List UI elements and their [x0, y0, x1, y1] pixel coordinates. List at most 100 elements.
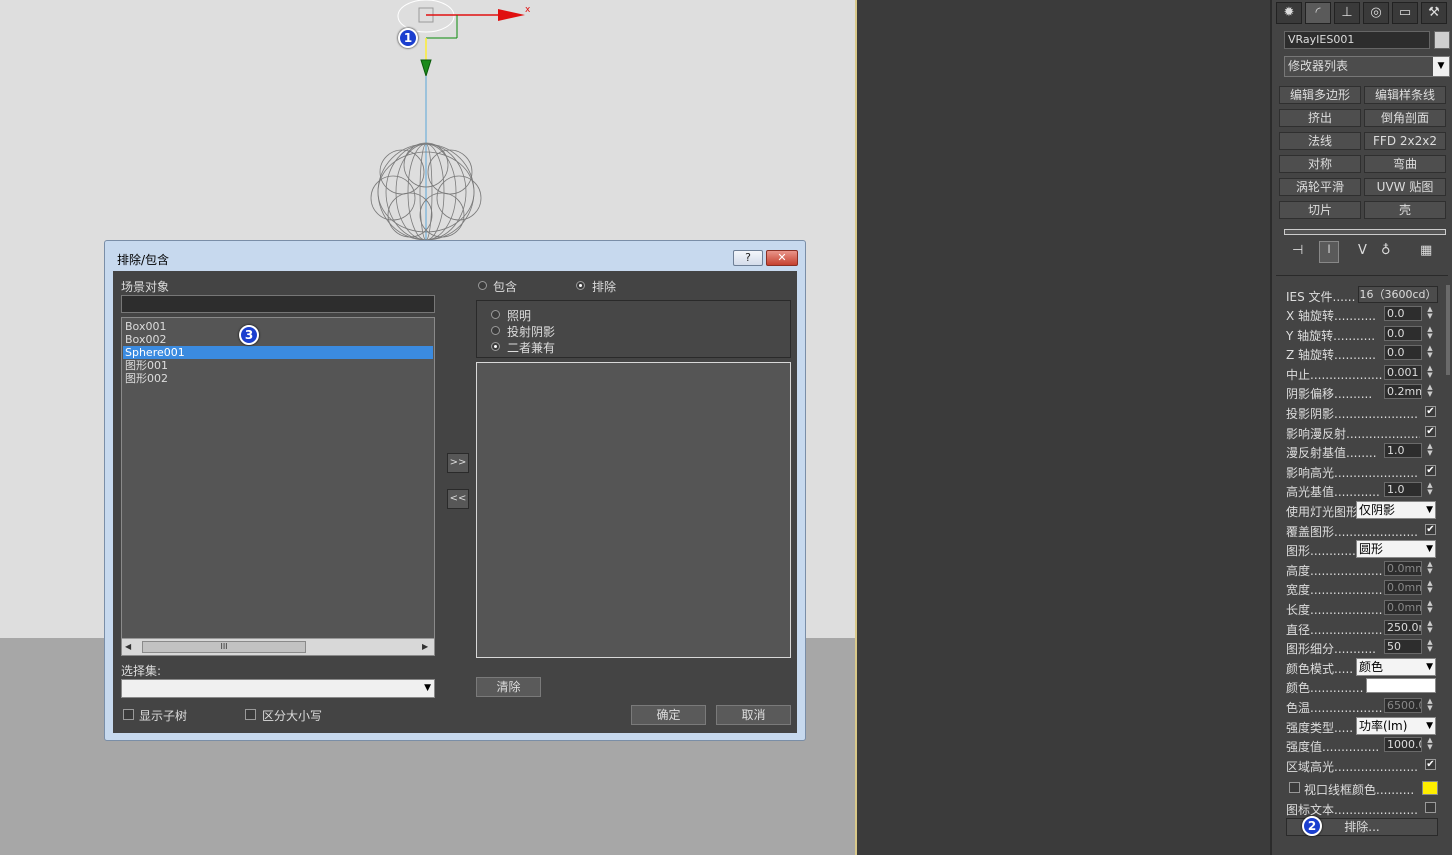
param-spinner-field[interactable]: 0.2mm — [1384, 384, 1422, 400]
param-spinner-field[interactable]: 1.0 — [1384, 482, 1422, 498]
list-item[interactable]: Sphere001 — [123, 346, 433, 359]
horizontal-scrollbar[interactable]: ◀ III ▶ — [122, 638, 434, 655]
case-sensitive-checkbox[interactable] — [245, 709, 256, 720]
hierarchy-icon[interactable]: ⊥ — [1334, 2, 1360, 24]
spinner-arrows-icon[interactable]: ▲ ▼ — [1425, 384, 1435, 399]
param-dropdown[interactable]: 功率(lm) ▼ — [1356, 716, 1436, 735]
panel-scrollbar[interactable] — [1446, 285, 1450, 375]
param-dropdown[interactable]: 仅阴影 ▼ — [1356, 501, 1436, 519]
param-dropdown[interactable]: 颜色 ▼ — [1356, 657, 1436, 676]
list-item[interactable]: Box002 — [123, 333, 433, 346]
effect-option[interactable]: 投射阴影 — [491, 323, 691, 339]
excluded-objects-list[interactable] — [476, 362, 791, 658]
modifier-button[interactable]: 弯曲 — [1364, 155, 1446, 173]
param-spinner-field[interactable]: 0.001 — [1384, 364, 1422, 380]
cancel-button[interactable]: 取消 — [716, 705, 791, 725]
clear-button[interactable]: 清除 — [476, 677, 541, 697]
modifier-list-dropdown[interactable]: 修改器列表 ▼ — [1284, 56, 1450, 77]
modifier-button[interactable]: 编辑样条线 — [1364, 86, 1446, 104]
display-icon[interactable]: ▭ — [1392, 2, 1418, 24]
effect-radio[interactable] — [491, 326, 500, 335]
effect-option[interactable]: 照明 — [491, 307, 691, 323]
modifier-button[interactable]: 挤出 — [1279, 109, 1361, 127]
param-color-swatch[interactable] — [1366, 678, 1436, 694]
create-icon[interactable]: ✹ — [1276, 2, 1302, 24]
effect-radio[interactable] — [491, 310, 500, 319]
param-spinner-field[interactable]: 0.0 — [1384, 345, 1422, 361]
param-checkbox[interactable]: ✔ — [1425, 758, 1436, 770]
move-left-button[interactable]: << — [447, 489, 469, 509]
exclude-radio[interactable] — [576, 281, 585, 290]
param-spinner-field[interactable]: 0.0 — [1384, 325, 1422, 341]
scroll-thumb[interactable]: III — [142, 641, 306, 653]
make-unique-icon[interactable]: V — [1358, 243, 1367, 258]
modifier-button[interactable]: FFD 2x2x2 — [1364, 132, 1446, 150]
param-spinner-field[interactable]: 1.0 — [1384, 443, 1422, 459]
modifier-button[interactable]: 法线 — [1279, 132, 1361, 150]
spinner-arrows-icon[interactable]: ▲ ▼ — [1425, 325, 1435, 341]
list-item[interactable]: 图形002 — [123, 372, 433, 385]
scroll-left-icon[interactable]: ◀ — [125, 642, 131, 651]
show-subtree-checkbox[interactable] — [123, 709, 134, 720]
selection-set-dropdown[interactable]: ▼ — [121, 679, 435, 698]
list-item[interactable]: Box001 — [123, 320, 433, 333]
spinner-arrows-icon[interactable]: ▲ ▼ — [1425, 560, 1435, 576]
viewport-wire-checkbox[interactable] — [1289, 782, 1300, 793]
spinner-arrows-icon[interactable]: ▲ ▼ — [1425, 345, 1435, 360]
param-checkbox[interactable]: ✔ — [1425, 406, 1436, 417]
spinner-arrows-icon[interactable]: ▲ ▼ — [1425, 600, 1435, 615]
param-spinner-field[interactable]: 0.0mm — [1384, 580, 1422, 596]
param-checkbox[interactable]: ✔ — [1425, 425, 1436, 437]
spinner-arrows-icon[interactable]: ▲ ▼ — [1425, 737, 1435, 752]
modifier-button[interactable]: 切片 — [1279, 201, 1361, 219]
show-end-result-icon[interactable]: ⏽ — [1319, 241, 1339, 263]
icon-text-checkbox[interactable] — [1425, 802, 1436, 813]
spinner-arrows-icon[interactable]: ▲ ▼ — [1425, 482, 1435, 497]
ok-button[interactable]: 确定 — [631, 705, 706, 725]
effect-radio[interactable] — [491, 342, 500, 351]
param-spinner-field[interactable]: 1000.0 — [1384, 737, 1422, 753]
list-item[interactable]: 图形001 — [123, 359, 433, 372]
object-name-field[interactable]: VRayIES001 — [1284, 31, 1430, 49]
param-spinner-field[interactable]: 6500.0 — [1384, 698, 1422, 713]
param-spinner-field[interactable]: 0.0 — [1384, 306, 1422, 321]
modifier-button[interactable]: 涡轮平滑 — [1279, 178, 1361, 196]
effect-option[interactable]: 二者兼有 — [491, 339, 691, 355]
spinner-arrows-icon[interactable]: ▲ ▼ — [1425, 698, 1435, 713]
param-checkbox[interactable]: ✔ — [1425, 464, 1436, 476]
move-right-button[interactable]: >> — [447, 453, 469, 473]
motion-icon[interactable]: ◎ — [1363, 2, 1389, 24]
param-spinner-field[interactable]: 0.0mm — [1384, 560, 1422, 576]
spinner-arrows-icon[interactable]: ▲ ▼ — [1425, 580, 1435, 595]
modifier-button[interactable]: 壳 — [1364, 201, 1446, 219]
spinner-arrows-icon[interactable]: ▲ ▼ — [1425, 306, 1435, 321]
param-dropdown[interactable]: 圆形 ▼ — [1356, 540, 1436, 559]
param-checkbox[interactable]: ✔ — [1425, 523, 1436, 535]
param-spinner-field[interactable]: 50 — [1384, 639, 1422, 655]
param-spinner-field[interactable]: 0.0mm — [1384, 600, 1422, 615]
modifier-button[interactable]: 对称 — [1279, 155, 1361, 173]
configure-modifier-sets-icon[interactable]: ▦ — [1420, 243, 1432, 258]
modifier-button[interactable]: 编辑多边形 — [1279, 86, 1361, 104]
modifier-button[interactable]: 倒角剖面 — [1364, 109, 1446, 127]
spinner-arrows-icon[interactable]: ▲ ▼ — [1425, 364, 1435, 380]
pin-stack-icon[interactable]: ⊣ — [1292, 243, 1303, 258]
param-spinner-field[interactable]: 250.0m — [1384, 619, 1422, 635]
scroll-right-icon[interactable]: ▶ — [422, 642, 428, 651]
light-gizmo[interactable]: x — [355, 0, 535, 245]
spinner-arrows-icon[interactable]: ▲ ▼ — [1425, 639, 1435, 654]
spinner-arrows-icon[interactable]: ▲ ▼ — [1425, 443, 1435, 458]
close-button[interactable]: ✕ — [766, 250, 798, 266]
object-color-swatch[interactable] — [1434, 31, 1450, 49]
modifier-stack-bar[interactable] — [1284, 229, 1446, 235]
modifier-button[interactable]: UVW 贴图 — [1364, 178, 1446, 196]
remove-modifier-icon[interactable]: ♁ — [1381, 243, 1391, 258]
spinner-arrows-icon[interactable]: ▲ ▼ — [1425, 619, 1435, 635]
ies-file-button[interactable]: 16（3600cd） — [1358, 286, 1438, 303]
modify-icon[interactable]: ◜ — [1305, 2, 1331, 24]
scene-objects-list[interactable]: Box001 Box002 Sphere001 图形001 图形002 ◀ III ▶ — [121, 317, 435, 656]
scene-filter-input[interactable] — [121, 295, 435, 313]
utilities-icon[interactable]: ⚒ — [1421, 2, 1447, 24]
help-button[interactable]: ? — [733, 250, 763, 266]
viewport-wire-color-swatch[interactable] — [1422, 781, 1438, 795]
